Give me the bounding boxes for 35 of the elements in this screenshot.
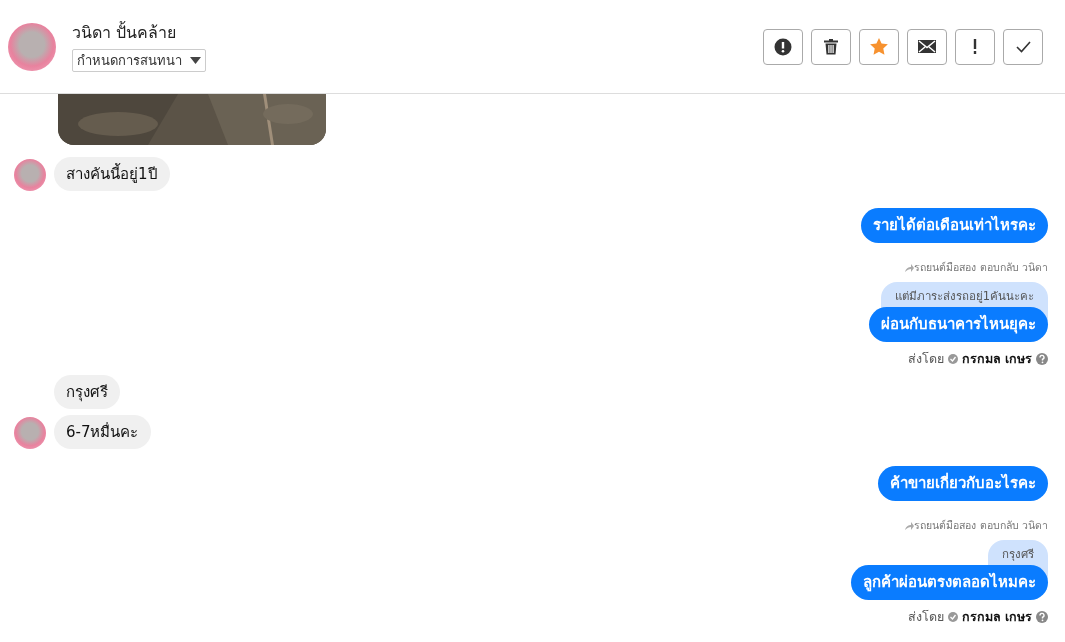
- reply-icon: [905, 263, 915, 272]
- reply-label: รถยนต์มือสอง ตอบกลับ วนิดา: [914, 517, 1048, 533]
- message-bubble: 6-7หมื่นคะ: [54, 414, 151, 449]
- message-bubble: ผ่อนกับธนาคารไหนยุคะ: [869, 307, 1048, 342]
- sent-by-label: ส่งโดย: [907, 607, 944, 626]
- assign-dropdown[interactable]: กำหนดการสนทนา: [72, 48, 206, 73]
- done-button[interactable]: [1003, 28, 1043, 65]
- star-button[interactable]: [859, 28, 899, 65]
- envelope-icon: [918, 40, 936, 53]
- message-bubble: ค้าขายเกี่ยวกับอะไรคะ: [878, 465, 1048, 501]
- check-icon: [947, 354, 958, 365]
- reply-label: รถยนต์มือสอง ตอบกลับ วนิดา: [914, 260, 1048, 275]
- mail-button[interactable]: [907, 28, 947, 65]
- message-bubble: สางคันนี้อยู่1ปี: [54, 157, 170, 191]
- exclamation-icon: [973, 39, 977, 54]
- message-bubble: กรุงศรี: [54, 374, 120, 409]
- contact-name: วนิดา ปั้นคล้าย: [72, 20, 177, 44]
- alert-icon: [774, 37, 792, 56]
- help-icon[interactable]: [1036, 611, 1048, 624]
- agent-name: กรกมล เกษร: [961, 350, 1032, 368]
- report-button[interactable]: [763, 28, 803, 65]
- important-button[interactable]: [955, 28, 995, 65]
- sent-by-label: ส่งโดย: [907, 350, 944, 368]
- message-bubble: รายได้ต่อเดือนเท่าไหรคะ: [861, 208, 1048, 243]
- reply-icon: [905, 521, 915, 530]
- agent-name: กรกมล เกษร: [961, 607, 1032, 626]
- help-icon[interactable]: [1036, 353, 1048, 366]
- check-icon: [1015, 40, 1031, 53]
- avatar: [8, 22, 56, 71]
- caret-icon: [190, 57, 201, 64]
- check-icon: [947, 612, 958, 623]
- trash-icon: [824, 38, 838, 55]
- star-icon: [870, 38, 888, 55]
- message-bubble: ลูกค้าผ่อนตรงตลอดไหมคะ: [851, 564, 1048, 600]
- delete-button[interactable]: [811, 28, 851, 65]
